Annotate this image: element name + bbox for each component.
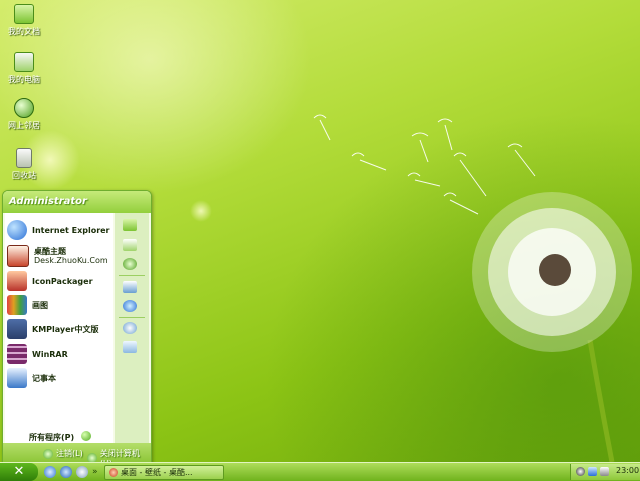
program-winrar[interactable]: WinRAR: [7, 343, 111, 365]
program-sublabel: Desk.ZhuoKu.Com: [34, 256, 108, 265]
program-kmplayer[interactable]: KMPlayer中文版: [7, 318, 111, 340]
program-notepad[interactable]: 记事本: [7, 367, 111, 389]
network-globe-icon[interactable]: [123, 258, 137, 270]
internet-explorer-icon: [7, 220, 27, 240]
logoff-label: 注销(L): [56, 449, 83, 458]
media-player-icon[interactable]: [76, 466, 88, 478]
start-logo-icon: ✕: [13, 464, 25, 479]
dandelion-stem: [587, 339, 615, 462]
browser-icon: [109, 468, 118, 477]
program-label-group: 桌酷主题 Desk.ZhuoKu.Com: [34, 247, 108, 265]
paint-icon: [7, 295, 27, 315]
program-label: 记事本: [32, 373, 56, 383]
run-icon[interactable]: [123, 341, 137, 353]
dandelion-center: [539, 254, 571, 286]
iconpackager-icon: [7, 271, 27, 291]
notepad-icon: [7, 368, 27, 388]
all-programs-button[interactable]: 所有程序(P): [29, 432, 74, 443]
start-button[interactable]: ✕: [0, 463, 38, 481]
program-zhuoku-theme[interactable]: 桌酷主题 Desk.ZhuoKu.Com: [7, 245, 111, 267]
folder-icon[interactable]: [123, 219, 137, 231]
connect-globe-icon[interactable]: [123, 300, 137, 312]
search-icon[interactable]: [123, 322, 137, 334]
network-icon[interactable]: [588, 467, 597, 476]
logoff-icon: [43, 448, 53, 459]
program-label: 桌酷主题: [34, 247, 66, 256]
start-menu: Administrator Internet Explorer 桌酷主题 Des…: [2, 190, 152, 468]
taskbar: ✕ » 桌面 - 壁纸 - 桌酷... 23:00: [0, 462, 640, 481]
system-tray: 23:00: [570, 464, 640, 480]
program-iconpackager[interactable]: IconPackager: [7, 270, 111, 292]
start-menu-username: Administrator: [3, 191, 151, 213]
clock[interactable]: 23:00: [616, 466, 639, 475]
program-label: 画图: [32, 300, 48, 310]
floating-seeds: [313, 114, 536, 215]
ie-quicklaunch-icon[interactable]: [60, 466, 72, 478]
divider: [119, 275, 145, 276]
qq-icon[interactable]: [576, 467, 585, 476]
start-menu-places-pane: [115, 213, 149, 443]
arrow-right-icon[interactable]: [81, 431, 91, 441]
control-panel-icon[interactable]: [123, 281, 137, 293]
home-icon[interactable]: [123, 239, 137, 251]
theme-icon: [7, 245, 29, 267]
start-menu-programs-pane: Internet Explorer 桌酷主题 Desk.ZhuoKu.Com I…: [5, 213, 113, 446]
program-internet-explorer[interactable]: Internet Explorer: [7, 219, 111, 241]
program-label: WinRAR: [32, 349, 68, 359]
program-label: Internet Explorer: [32, 225, 110, 235]
show-desktop-icon[interactable]: [44, 466, 56, 478]
taskbar-window-label: 桌面 - 壁纸 - 桌酷...: [121, 468, 193, 477]
volume-icon[interactable]: [600, 467, 609, 476]
quick-launch-more-button[interactable]: »: [92, 466, 98, 478]
logoff-button[interactable]: 注销(L): [43, 448, 83, 459]
taskbar-window-button[interactable]: 桌面 - 壁纸 - 桌酷...: [104, 465, 224, 480]
kmplayer-icon: [7, 319, 27, 339]
winrar-icon: [7, 344, 27, 364]
program-label: IconPackager: [32, 276, 93, 286]
program-paint[interactable]: 画图: [7, 294, 111, 316]
program-label: KMPlayer中文版: [32, 324, 99, 334]
start-menu-footer: 注销(L) 关闭计算机(U): [3, 443, 151, 468]
divider: [119, 317, 145, 318]
